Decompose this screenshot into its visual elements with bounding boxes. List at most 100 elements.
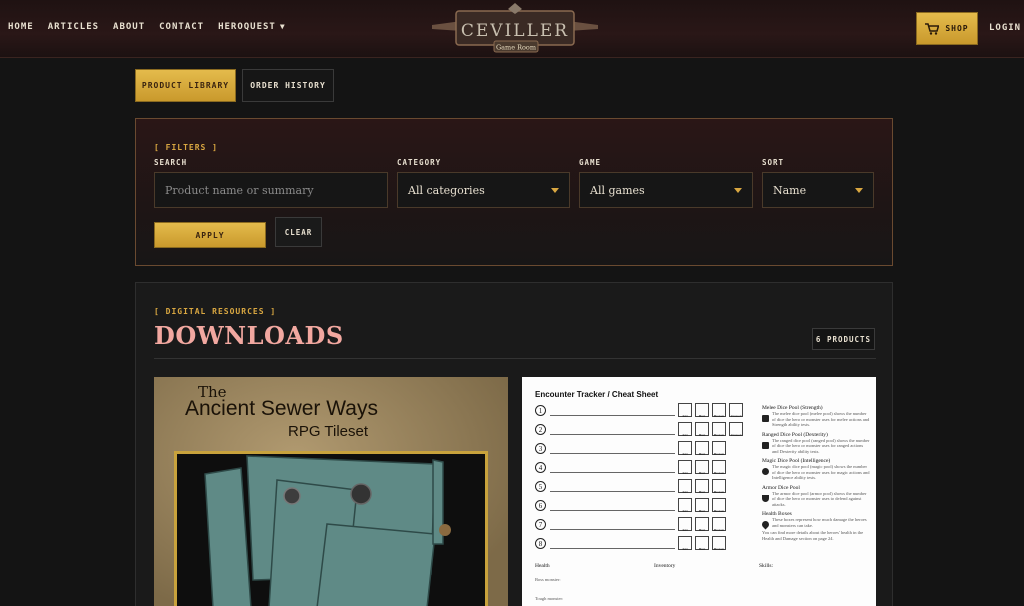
tracker-row: 5 KO Hurt Broken <box>535 479 750 497</box>
downloads-title: DOWNLOADS <box>154 321 344 350</box>
product-card-encounter-tracker[interactable]: Encounter Tracker / Cheat Sheet 1 KO Hurt B… <box>522 377 876 606</box>
health-box: Hurt <box>695 479 709 494</box>
nav-articles[interactable]: ARTICLES <box>48 22 99 32</box>
name-line <box>550 415 675 416</box>
health-box: Broken <box>712 479 726 494</box>
health-box: KO <box>678 479 692 494</box>
clear-button[interactable]: CLEAR <box>275 217 322 247</box>
health-box: Broken <box>712 517 726 532</box>
tab-product-library[interactable]: PRODUCT LIBRARY <box>135 69 236 102</box>
chevron-down-icon <box>551 188 559 193</box>
health-box: Hurt <box>695 441 709 456</box>
health-box: Hurt <box>695 536 709 551</box>
rules-column: Melee Dice Pool (Strength) The melee dic… <box>760 401 870 541</box>
search-input[interactable]: Product name or summary <box>154 172 388 208</box>
nav-about[interactable]: ABOUT <box>113 22 145 32</box>
rule-body: The magic dice pool (magic pool) shows t… <box>772 464 870 480</box>
rule-body: The ranged dice pool (ranged pool) shows… <box>772 437 870 454</box>
tracker-row: 6 KO Hurt Broken <box>535 498 750 516</box>
downloads-tag: [ DIGITAL RESOURCES ] <box>154 307 277 316</box>
sheet-heading: Encounter Tracker / Cheat Sheet <box>535 390 659 399</box>
logo-subtitle: Game Room <box>496 44 536 52</box>
health-box: Hurt <box>695 403 709 418</box>
sort-label: SORT <box>762 158 785 167</box>
logo-wordmark: CEVILLER <box>461 21 569 41</box>
health-box: KO <box>678 422 692 437</box>
shop-button[interactable]: SHOP <box>916 12 978 45</box>
filters-panel: [ FILTERS ] SEARCH Product name or summa… <box>135 118 893 266</box>
top-navbar: HOME ARTICLES ABOUT CONTACT HEROQUEST ▼ C… <box>0 0 1024 58</box>
row-number: 1 <box>535 405 546 416</box>
tracker-row: 7 KO Hurt Broken <box>535 517 750 535</box>
name-line <box>550 548 675 549</box>
health-box: Broken <box>712 498 726 513</box>
health-box: Hurt <box>695 498 709 513</box>
tracker-row: 2 KO Hurt Broken Unused <box>535 422 750 440</box>
product-count-badge: 6 PRODUCTS <box>812 328 875 350</box>
health-box: KO <box>678 460 692 475</box>
health-note: You can find more details about the hero… <box>762 530 864 541</box>
name-line <box>550 529 675 530</box>
nav-heroquest-dropdown[interactable]: HEROQUEST ▼ <box>218 22 286 32</box>
rule-body: The armor dice pool (armor pool) shows t… <box>772 490 867 507</box>
shop-label: SHOP <box>945 24 969 33</box>
apply-button[interactable]: APPLY <box>154 222 266 248</box>
health-section: Health Boss monster: Tough monster: <box>535 563 563 601</box>
chevron-down-icon <box>734 188 742 193</box>
row-number: 2 <box>535 424 546 435</box>
tracker-row: 3 KO Hurt Broken <box>535 441 750 459</box>
nav-contact[interactable]: CONTACT <box>159 22 204 32</box>
category-select[interactable]: All categories <box>397 172 570 208</box>
health-box: Broken <box>712 460 726 475</box>
category-label: CATEGORY <box>397 158 442 167</box>
rule-body: The melee dice pool (melee pool) shows t… <box>772 411 870 427</box>
shield-icon <box>762 494 769 502</box>
divider <box>154 358 876 359</box>
row-number: 8 <box>535 538 546 549</box>
tracker-row: 1 KO Hurt Broken Unused <box>535 403 750 421</box>
health-box: Hurt <box>695 460 709 475</box>
health-box: Unused <box>729 422 743 437</box>
health-box: Unused <box>729 403 743 418</box>
boss-monster-label: Boss monster: <box>535 577 561 582</box>
health-label: Health <box>535 563 550 569</box>
health-box: Hurt <box>695 517 709 532</box>
health-box: KO <box>678 517 692 532</box>
health-box: KO <box>678 498 692 513</box>
site-logo[interactable]: CEVILLER Game Room <box>432 3 598 53</box>
row-number: 6 <box>535 500 546 511</box>
nav-home[interactable]: HOME <box>8 22 34 32</box>
health-box: Broken <box>712 422 726 437</box>
bow-icon <box>762 441 769 449</box>
card-title-line-3: RPG Tileset <box>288 423 369 440</box>
tough-monster-label: Tough monster: <box>535 596 564 601</box>
filters-tag: [ FILTERS ] <box>154 143 218 152</box>
chevron-down-icon: ▼ <box>279 22 286 31</box>
health-box: KO <box>678 441 692 456</box>
chevron-down-icon <box>855 188 863 193</box>
game-label: GAME <box>579 158 602 167</box>
health-box: Broken <box>712 536 726 551</box>
skills-label: Skills: <box>759 563 774 569</box>
game-value: All games <box>590 183 645 197</box>
name-line <box>550 434 675 435</box>
tab-order-history[interactable]: ORDER HISTORY <box>242 69 334 102</box>
login-link[interactable]: LOGIN <box>989 23 1021 33</box>
health-box: KO <box>678 403 692 418</box>
downloads-panel: [ DIGITAL RESOURCES ] DOWNLOADS 6 PRODUC… <box>135 282 893 606</box>
name-line <box>550 491 675 492</box>
magic-icon <box>762 468 769 475</box>
inventory-label: Inventory <box>654 563 676 569</box>
row-number: 4 <box>535 462 546 473</box>
tracker-row: 4 KO Hurt Broken <box>535 460 750 478</box>
product-card-sewer-tileset[interactable]: The Ancient Sewer Ways RPG Tileset <box>154 377 508 606</box>
name-line <box>550 472 675 473</box>
category-value: All categories <box>408 183 485 197</box>
sort-select[interactable]: Name <box>762 172 874 208</box>
row-number: 5 <box>535 481 546 492</box>
main-nav: HOME ARTICLES ABOUT CONTACT HEROQUEST ▼ <box>8 22 286 32</box>
sort-value: Name <box>773 183 807 197</box>
game-select[interactable]: All games <box>579 172 753 208</box>
health-box: KO <box>678 536 692 551</box>
name-line <box>550 510 675 511</box>
